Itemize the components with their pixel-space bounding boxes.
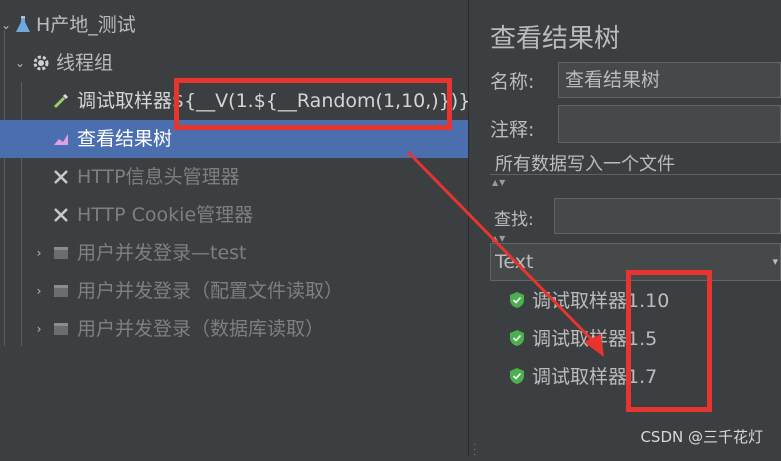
watermark: CSDN @三千花灯 — [640, 428, 763, 446]
annotation-arrow — [406, 150, 604, 357]
